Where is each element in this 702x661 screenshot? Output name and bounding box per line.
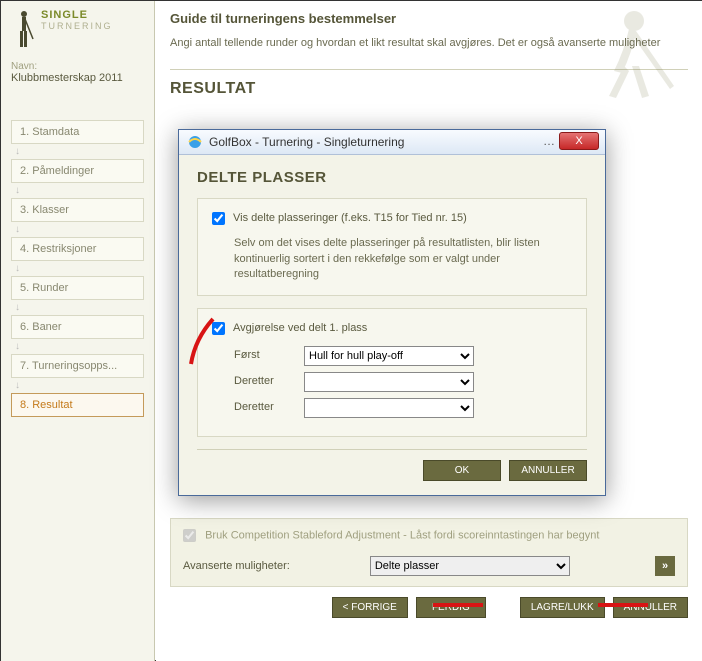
dialog-delte-plasser: GolfBox - Turnering - Singleturnering … … [178, 129, 606, 496]
stableford-locked-note: - Låst fordi scoreinntastingen har begyn… [400, 530, 599, 542]
step-arrow-icon: ↓ [11, 378, 144, 393]
then1-label: Deretter [234, 374, 294, 389]
stableford-row: Bruk Competition Stableford Adjustment -… [183, 529, 675, 542]
advanced-select[interactable]: Delte plasser [370, 556, 570, 576]
first-select[interactable]: Hull for hull play-off [304, 346, 474, 366]
dialog-minimize-icon[interactable]: … [543, 134, 555, 148]
dialog-title-text: GolfBox - Turnering - Singleturnering [209, 135, 404, 149]
step-arrow-icon: ↓ [11, 261, 144, 276]
page-title: Guide til turneringens bestemmelser [170, 11, 688, 26]
sidebar: SINGLE TURNERING Navn: Klubbmesterskap 2… [1, 1, 155, 661]
first-label: Først [234, 348, 294, 363]
step-klasser[interactable]: 3. Klasser [11, 198, 144, 222]
logo-text-sub: TURNERING [41, 21, 113, 31]
step-baner[interactable]: 6. Baner [11, 315, 144, 339]
annotation-arrow-icon [183, 309, 233, 369]
then1-select[interactable] [304, 372, 474, 392]
step-pameldinger[interactable]: 2. Påmeldinger [11, 159, 144, 183]
advanced-label: Avanserte muligheter: [183, 560, 290, 572]
logo-text-main: SINGLE [41, 9, 113, 21]
step-arrow-icon: ↓ [11, 183, 144, 198]
dialog-heading: DELTE PLASSER [197, 169, 587, 186]
annotation-arrow-icon [429, 593, 499, 617]
bottom-panel: Bruk Competition Stableford Adjustment -… [170, 518, 688, 587]
tiebreak-label: Avgjørelse ved delt 1. plass [233, 321, 367, 336]
advanced-row: Avanserte muligheter: Delte plasser » [183, 556, 675, 576]
step-arrow-icon: ↓ [11, 222, 144, 237]
show-tied-note: Selv om det vises delte plasseringer på … [234, 236, 572, 282]
save-close-button[interactable]: LAGRE/LUKK [520, 597, 605, 618]
name-label: Navn: [11, 61, 144, 72]
dialog-divider [197, 449, 587, 450]
page-subtitle: Angi antall tellende runder og hvordan e… [170, 36, 688, 51]
dialog-titlebar[interactable]: GolfBox - Turnering - Singleturnering … … [179, 130, 605, 155]
golfer-logo-icon [11, 9, 35, 49]
annotation-arrow-icon [594, 593, 664, 617]
dialog-ok-button[interactable]: OK [423, 460, 501, 481]
then2-select[interactable] [304, 398, 474, 418]
show-tied-label: Vis delte plasseringer (f.eks. T15 for T… [233, 211, 467, 226]
then2-label: Deretter [234, 400, 294, 415]
prev-button[interactable]: < FORRIGE [332, 597, 408, 618]
step-arrow-icon: ↓ [11, 300, 144, 315]
tournament-name: Klubbmesterskap 2011 [11, 72, 144, 84]
step-turneringsoppsett[interactable]: 7. Turneringsopps... [11, 354, 144, 378]
stableford-label: Bruk Competition Stableford Adjustment [205, 530, 400, 542]
dialog-cancel-button[interactable]: ANNULLER [509, 460, 587, 481]
dialog-close-button[interactable]: X [559, 132, 599, 150]
step-runder[interactable]: 5. Runder [11, 276, 144, 300]
show-tied-box: Vis delte plasseringer (f.eks. T15 for T… [197, 198, 587, 296]
step-resultat[interactable]: 8. Resultat [11, 393, 144, 417]
step-stamdata[interactable]: 1. Stamdata [11, 120, 144, 144]
step-restriksjoner[interactable]: 4. Restriksjoner [11, 237, 144, 261]
step-arrow-icon: ↓ [11, 339, 144, 354]
stableford-checkbox [183, 529, 196, 542]
advanced-go-button[interactable]: » [655, 556, 675, 576]
ie-icon [187, 134, 203, 150]
show-tied-checkbox[interactable] [212, 212, 225, 225]
tiebreak-box: Avgjørelse ved delt 1. plass Først Hull … [197, 308, 587, 437]
logo: SINGLE TURNERING [11, 9, 144, 49]
step-arrow-icon: ↓ [11, 144, 144, 159]
wizard-steps: 1. Stamdata ↓ 2. Påmeldinger ↓ 3. Klasse… [11, 120, 144, 417]
